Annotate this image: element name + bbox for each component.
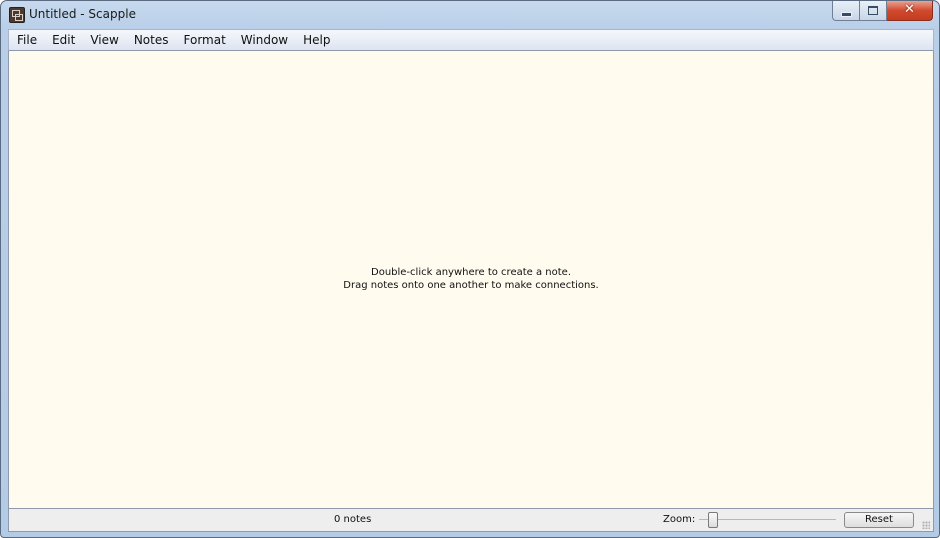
menu-notes[interactable]: Notes	[126, 30, 176, 50]
notes-count: 0 notes	[334, 514, 372, 525]
title-bar[interactable]: Untitled - Scapple ✕	[1, 1, 939, 29]
menu-edit[interactable]: Edit	[44, 30, 82, 50]
hint-line-connect: Drag notes onto one another to make conn…	[343, 280, 599, 291]
close-button[interactable]: ✕	[887, 1, 933, 21]
resize-grip[interactable]	[922, 521, 930, 529]
window-controls: ✕	[832, 1, 933, 21]
zoom-slider-track[interactable]	[699, 519, 836, 520]
empty-canvas-hint: Double-click anywhere to create a note. …	[9, 266, 933, 292]
maximize-button[interactable]	[860, 1, 887, 21]
minimize-button[interactable]	[832, 1, 860, 21]
hint-line-create: Double-click anywhere to create a note.	[371, 267, 571, 278]
menu-help[interactable]: Help	[295, 30, 337, 50]
menu-window[interactable]: Window	[233, 30, 295, 50]
menu-format[interactable]: Format	[176, 30, 233, 50]
minimize-icon	[841, 12, 852, 17]
close-icon: ✕	[904, 2, 915, 17]
app-window: Untitled - Scapple ✕ File Edit View Note…	[0, 0, 940, 538]
menu-bar: File Edit View Notes Format Window Help	[8, 29, 934, 51]
menu-view[interactable]: View	[82, 30, 125, 50]
zoom-reset-button[interactable]: Reset	[844, 512, 914, 528]
scapple-app-icon[interactable]	[9, 7, 25, 23]
menu-file[interactable]: File	[9, 30, 44, 50]
status-bar: 0 notes Zoom: Reset	[8, 508, 934, 532]
scapple-canvas[interactable]: Double-click anywhere to create a note. …	[8, 51, 934, 508]
zoom-label: Zoom:	[663, 514, 696, 525]
zoom-slider-thumb[interactable]	[707, 512, 718, 528]
window-title: Untitled - Scapple	[29, 7, 136, 21]
maximize-icon	[868, 6, 878, 15]
